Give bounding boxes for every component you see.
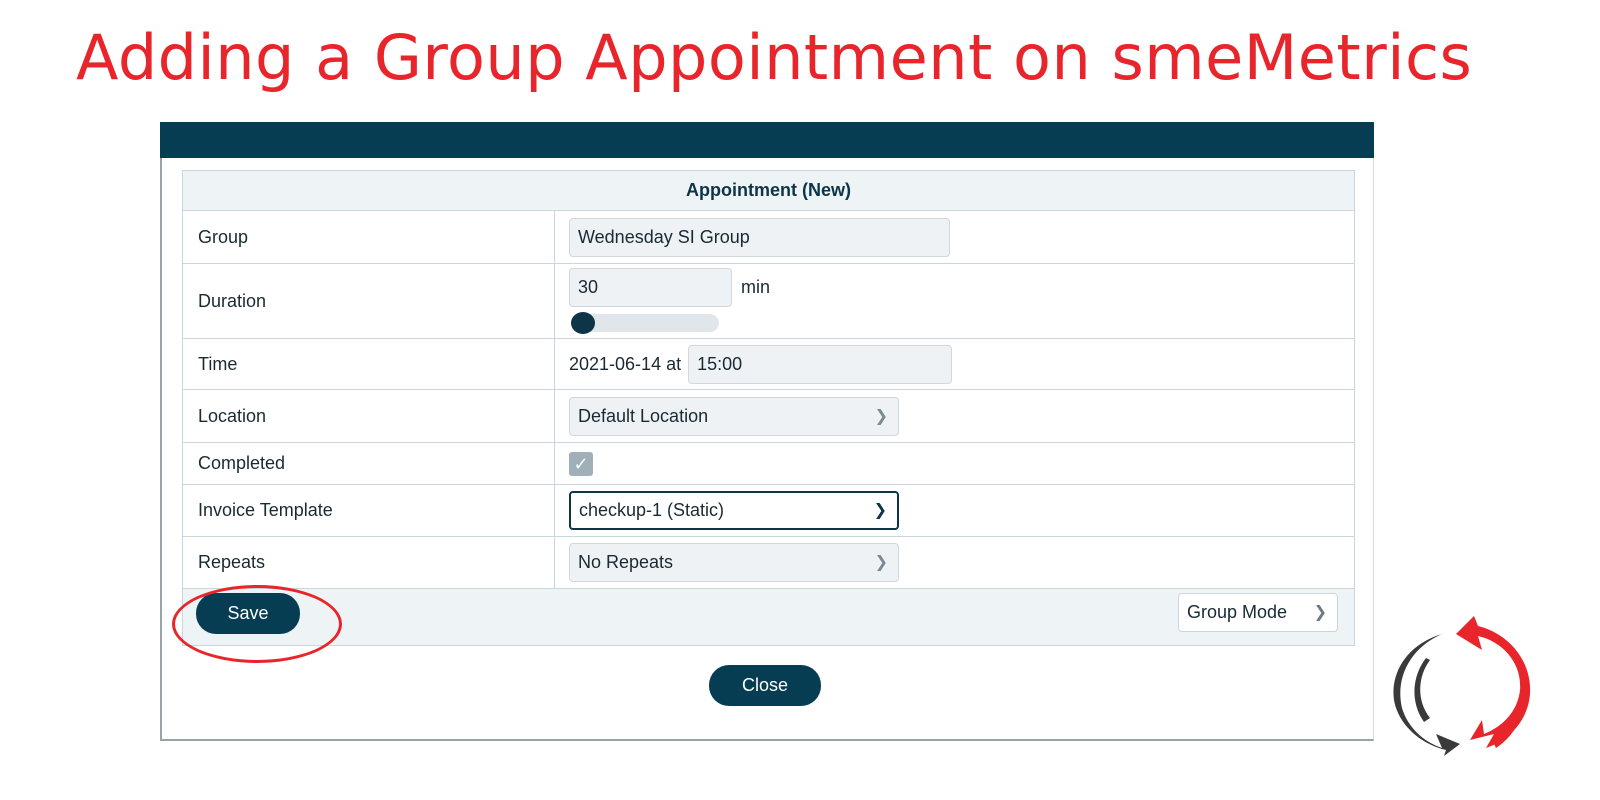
time-label: Time [182, 338, 555, 390]
location-label: Location [182, 389, 555, 443]
duration-label: Duration [182, 263, 555, 339]
location-select[interactable]: Default Location ❯ [569, 396, 899, 436]
form-row-group: Group Wednesday SI Group [182, 210, 1355, 264]
invoice-template-selected-value: checkup-1 (Static) [579, 500, 725, 520]
repeats-label: Repeats [182, 536, 555, 589]
appointment-form: Appointment (New) Group Wednesday SI Gro… [182, 170, 1355, 646]
time-input[interactable]: 15:00 [688, 344, 953, 384]
location-selected-value: Default Location [578, 405, 709, 426]
dialog-titlebar [160, 122, 1374, 158]
invoice-template-label: Invoice Template [182, 484, 555, 537]
page-title: Adding a Group Appointment on smeMetrics [76, 21, 1473, 94]
save-highlight-circle [172, 585, 342, 663]
chevron-down-icon: ❯ [874, 407, 888, 425]
close-button[interactable]: Close [709, 665, 821, 706]
repeats-select[interactable]: No Repeats ❯ [569, 543, 899, 582]
appointment-dialog: Appointment (New) Group Wednesday SI Gro… [160, 122, 1374, 741]
form-row-invoice-template: Invoice Template checkup-1 (Static) ❯ [182, 484, 1355, 537]
check-icon: ✓ [573, 453, 589, 474]
duration-slider[interactable] [571, 312, 719, 334]
completed-checkbox[interactable]: ✓ [569, 451, 593, 476]
time-date-text: 2021-06-14 at [569, 353, 682, 374]
form-header: Appointment (New) [182, 170, 1355, 211]
form-row-location: Location Default Location ❯ [182, 389, 1355, 443]
duration-unit: min [741, 277, 771, 297]
invoice-template-select[interactable]: checkup-1 (Static) ❯ [569, 491, 899, 530]
chevron-down-icon: ❯ [873, 502, 887, 519]
chevron-down-icon: ❯ [1313, 604, 1327, 621]
completed-label: Completed [182, 442, 555, 485]
group-input[interactable]: Wednesday SI Group [569, 217, 950, 257]
duration-slider-handle[interactable] [571, 312, 595, 334]
chevron-down-icon: ❯ [874, 554, 888, 571]
form-row-time: Time 2021-06-14 at 15:00 [182, 338, 1355, 390]
group-label: Group [182, 210, 555, 264]
brand-logo-icon [1393, 616, 1531, 756]
repeats-selected-value: No Repeats [578, 552, 674, 572]
group-mode-label: Group Mode [1187, 602, 1288, 622]
form-row-completed: Completed ✓ [182, 442, 1355, 485]
duration-input[interactable]: 30 [569, 268, 732, 307]
group-mode-select[interactable]: Group Mode ❯ [1178, 593, 1338, 632]
form-row-repeats: Repeats No Repeats ❯ [182, 536, 1355, 589]
form-row-duration: Duration 30 min [182, 263, 1355, 339]
